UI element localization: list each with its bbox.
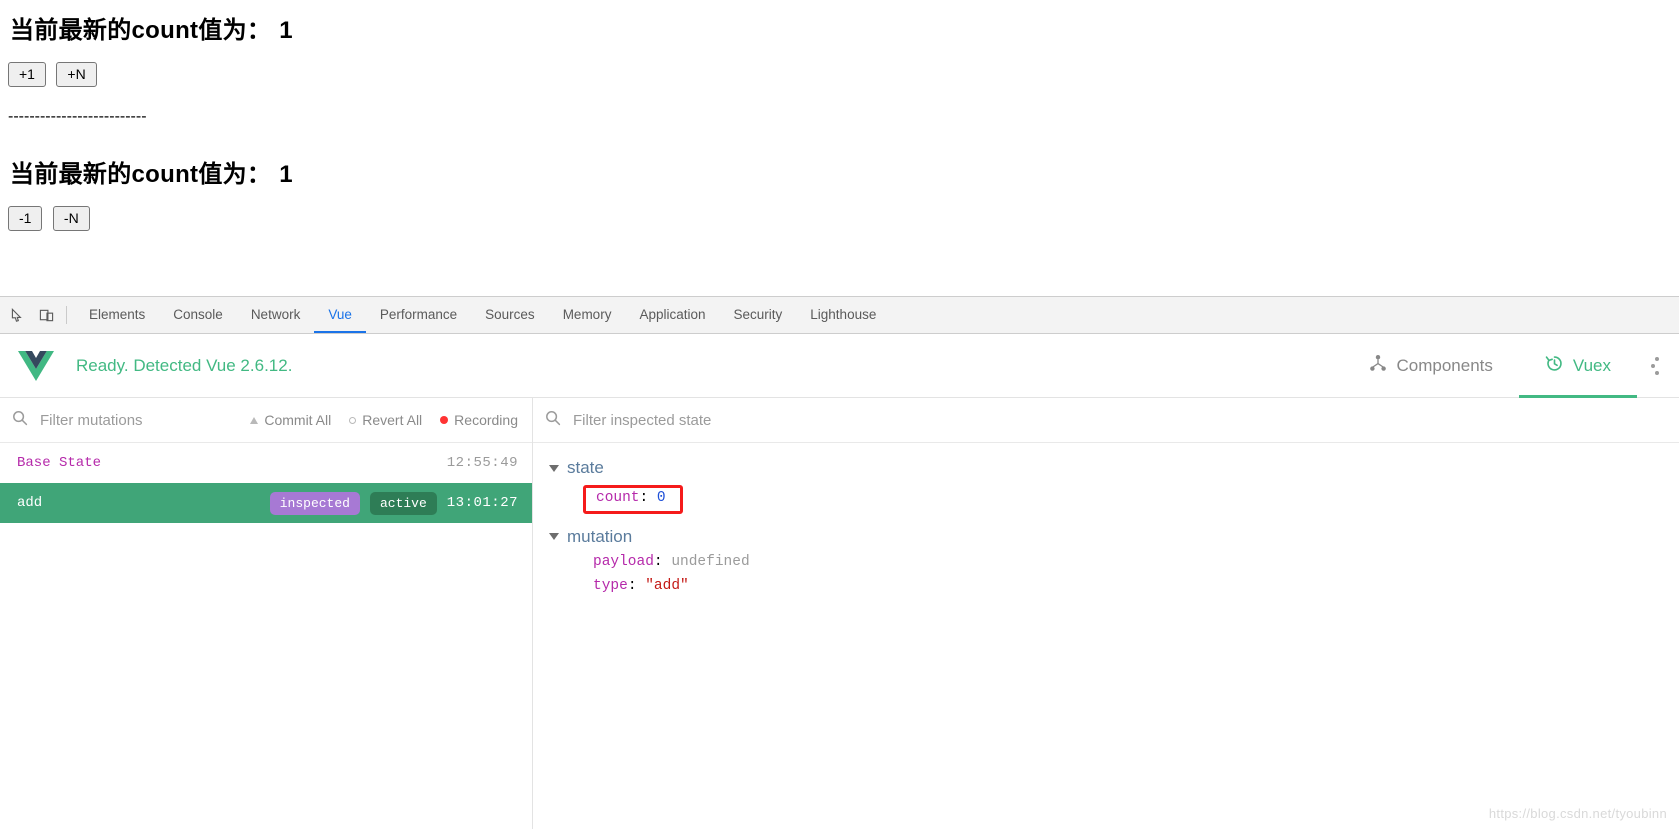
kebab-menu-icon[interactable] [1637, 356, 1665, 375]
recording-label: Recording [454, 412, 518, 428]
inspected-badge: inspected [269, 491, 360, 515]
decrement-by-n-button[interactable]: -N [52, 206, 90, 231]
revert-all-button[interactable]: Revert All [349, 412, 422, 428]
dashed-divider: -------------------------- [8, 108, 147, 125]
mutation-row-base-state[interactable]: Base State 12:55:49 [0, 443, 532, 483]
toolbar-divider [66, 306, 67, 324]
count-heading-top: 当前最新的count值为： 1 [10, 10, 293, 45]
revert-icon [349, 416, 357, 424]
vuex-history-icon [1545, 354, 1564, 378]
tab-elements[interactable]: Elements [75, 297, 159, 333]
inspector-pane: state count: 0 mutation payload: undefin… [533, 398, 1679, 829]
mutation-label: add [17, 495, 43, 511]
filter-mutations-input[interactable] [38, 410, 233, 430]
mutation-group-header[interactable]: mutation [549, 524, 1679, 550]
search-icon [545, 410, 561, 431]
tab-sources[interactable]: Sources [471, 297, 549, 333]
state-entry-value: 0 [656, 490, 666, 506]
tab-performance[interactable]: Performance [366, 297, 471, 333]
record-dot-icon [440, 416, 449, 424]
active-badge: active [369, 491, 437, 515]
count-heading-top-text: 当前最新的count值为： [10, 17, 272, 44]
state-group-header[interactable]: state [549, 455, 1679, 481]
mutation-entry-key: payload [593, 553, 654, 570]
state-entry-key: count [596, 490, 640, 506]
mutation-entry-value: undefined [671, 553, 750, 570]
state-group: state count: 0 [549, 455, 1679, 518]
mutation-entry-key: type [593, 577, 628, 594]
mutation-label: Base State [17, 455, 102, 471]
watermark-text: https://blog.csdn.net/tyoubinn [1488, 806, 1667, 821]
inspect-element-icon[interactable] [4, 301, 32, 329]
search-icon [12, 410, 28, 431]
mutations-pane: Commit All Revert All Recording Base Sta… [0, 398, 533, 829]
chevron-down-icon [549, 533, 559, 541]
increment-button-row: +1 +N [8, 62, 103, 87]
mutation-group: mutation payload: undefined type: "add" [549, 524, 1679, 598]
recording-toggle[interactable]: Recording [440, 412, 518, 428]
mutation-entry-value: "add" [645, 577, 689, 594]
mutation-entry-colon: : [627, 577, 646, 594]
tab-application[interactable]: Application [625, 297, 719, 333]
state-group-title: state [567, 458, 604, 477]
mutation-entry-type[interactable]: type: "add" [549, 574, 1679, 598]
chevron-down-icon [549, 464, 559, 472]
count-heading-bottom: 当前最新的count值为： 1 [10, 154, 293, 189]
mutations-toolbar: Commit All Revert All Recording [0, 398, 532, 443]
revert-all-label: Revert All [362, 412, 423, 428]
vuex-panel-body: Commit All Revert All Recording Base Sta… [0, 398, 1679, 829]
decrement-by-one-button[interactable]: -1 [8, 206, 43, 231]
commit-all-button[interactable]: Commit All [250, 412, 331, 428]
increment-by-one-button[interactable]: +1 [8, 62, 46, 87]
tab-security[interactable]: Security [720, 297, 797, 333]
vue-tab-vuex-label: Vuex [1572, 355, 1611, 375]
vue-status-text: Ready. Detected Vue 2.6.12. [76, 355, 293, 375]
inspected-state-tree: state count: 0 mutation payload: undefin… [533, 443, 1679, 604]
device-toolbar-icon[interactable] [32, 301, 60, 329]
tab-lighthouse[interactable]: Lighthouse [796, 297, 890, 333]
mutation-entry-payload[interactable]: payload: undefined [549, 550, 1679, 574]
vue-tab-components[interactable]: Components [1343, 334, 1518, 398]
state-entry-colon: : [639, 490, 657, 506]
vue-tab-vuex[interactable]: Vuex [1519, 334, 1637, 398]
count-highlight-box: count: 0 [583, 485, 683, 514]
decrement-button-row: -1 -N [8, 206, 96, 231]
tab-vue[interactable]: Vue [314, 297, 366, 333]
mutation-entry-colon: : [653, 553, 672, 570]
mutation-group-title: mutation [567, 526, 633, 546]
commit-icon [250, 416, 259, 424]
inspector-toolbar [533, 398, 1679, 443]
mutation-row-add[interactable]: add inspected active 13:01:27 [0, 483, 532, 523]
commit-all-label: Commit All [264, 412, 332, 428]
vue-devtools-header: Ready. Detected Vue 2.6.12. Components V… [0, 334, 1679, 398]
components-tree-icon [1369, 354, 1387, 377]
chrome-devtools-panel: Elements Console Network Vue Performance… [0, 296, 1679, 829]
web-page-viewport: 当前最新的count值为： 1 +1 +N -------------------… [0, 0, 1679, 300]
count-heading-bottom-text: 当前最新的count值为： [10, 161, 272, 188]
count-heading-top-wrapper: 当前最新的count值为： 1 [10, 10, 293, 45]
tab-memory[interactable]: Memory [549, 297, 626, 333]
count-value-bottom: 1 [279, 161, 293, 188]
devtools-tab-strip: Elements Console Network Vue Performance… [0, 297, 1679, 334]
tab-console[interactable]: Console [159, 297, 237, 333]
count-value-top: 1 [279, 17, 293, 44]
vue-tab-components-label: Components [1396, 355, 1493, 375]
filter-inspected-state-input[interactable] [571, 410, 1665, 430]
increment-by-n-button[interactable]: +N [56, 62, 97, 87]
mutation-timestamp: 13:01:27 [446, 495, 518, 511]
mutations-list: Base State 12:55:49 add inspected active… [0, 443, 532, 829]
vue-logo-icon [18, 350, 54, 382]
mutation-timestamp: 12:55:49 [446, 455, 518, 471]
count-heading-bottom-wrapper: 当前最新的count值为： 1 [10, 154, 293, 189]
state-entry-count[interactable]: count: 0 [549, 481, 1679, 518]
tab-network[interactable]: Network [237, 297, 315, 333]
